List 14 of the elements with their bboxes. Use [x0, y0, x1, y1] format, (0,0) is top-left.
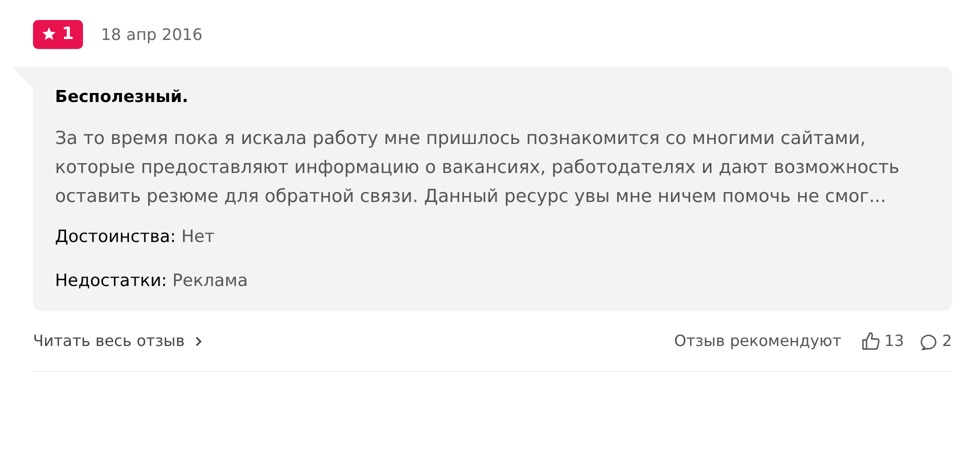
- cons-text: Недостатки: Реклама: [55, 271, 249, 291]
- pros-text: Достоинства: Нет: [55, 227, 216, 247]
- thumbs-up-icon: [861, 331, 882, 351]
- like-button[interactable]: 13: [861, 331, 904, 351]
- review-title: Бесполезный.: [55, 87, 190, 106]
- rating-badge: 1: [33, 20, 83, 48]
- comments-button[interactable]: 2: [920, 332, 952, 350]
- star-icon: [41, 26, 57, 42]
- review-text: За то время пока я искала работу мне пришлось познакомится со многими сайтами, которые предоставляют информацию о вакансиях, работодателях и дают возможность оставить резюме для обратной связи. Данный ресурс увы мне ничем помочь не смог...: [55, 127, 900, 209]
- review-date: 18 апр 2016: [100, 24, 203, 44]
- chevron-icon: [194, 336, 202, 346]
- read-more-link[interactable]: Читать весь отзыв: [33, 332, 202, 350]
- speech-bubble-icon: [920, 332, 940, 350]
- recommend-label: Отзыв рекомендуют: [674, 332, 842, 350]
